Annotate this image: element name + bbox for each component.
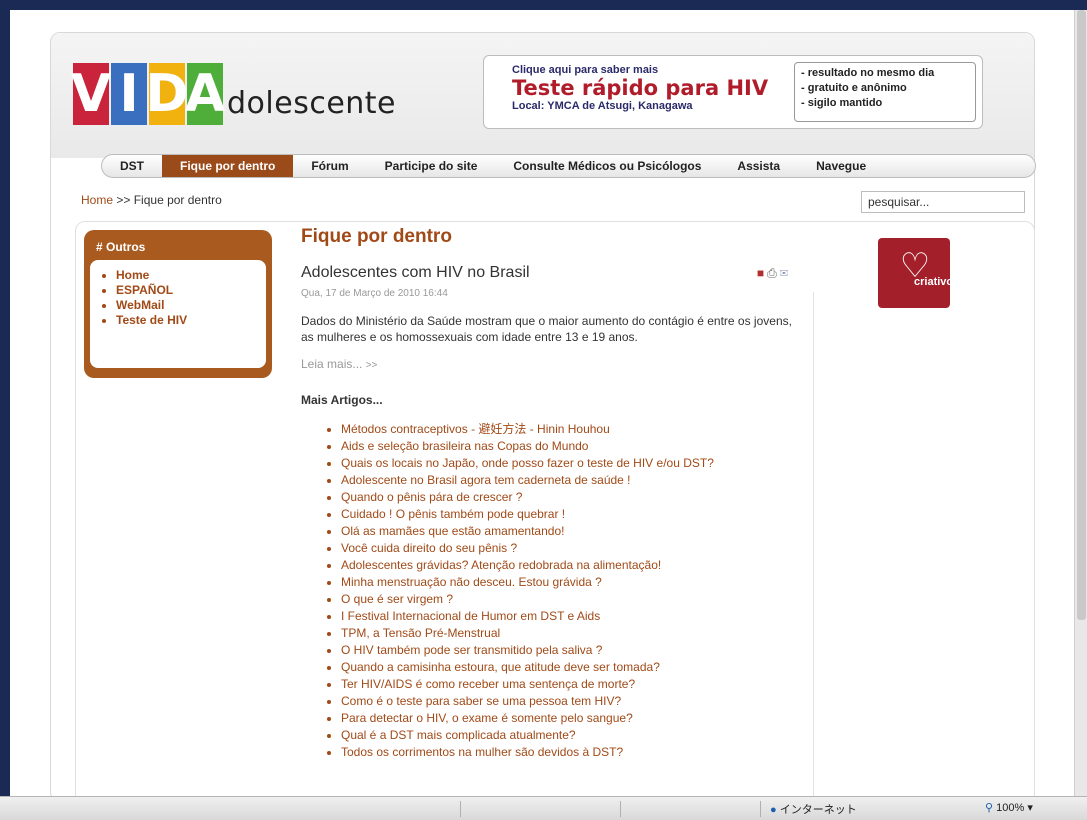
outros-title: # Outros [96,240,146,254]
outros-module: # Outros Home ESPAÑOL WebMail Teste de H… [84,230,272,378]
logo-letter: A [184,63,226,125]
criativos-logo[interactable]: ♡ criativos [866,238,976,330]
zoom-icon: ⚲ [985,802,994,814]
search-input[interactable]: pesquisar... [861,191,1025,213]
article-tools: ■⎙✉ [757,266,791,281]
article-date: Qua, 17 de Março de 2010 16:44 [301,288,448,299]
banner-feature: - sigilo mantido [801,97,883,109]
list-item[interactable]: Métodos contraceptivos - 避妊方法 - Hinin Ho… [341,421,811,438]
logo-letter: D [145,63,189,125]
column-divider [813,292,814,796]
breadcrumb: Home >> Fique por dentro [81,193,222,207]
list-item[interactable]: Olá as mamães que estão amamentando! [341,523,811,540]
list-item[interactable]: O que é ser virgem ? [341,591,811,608]
globe-icon: ● [770,804,777,816]
security-zone: ● インターネット [770,804,857,816]
nav-item-assista[interactable]: Assista [719,155,798,177]
main-nav: DST Fique por dentro Fórum Participe do … [101,154,1036,178]
list-item[interactable]: Quando a camisinha estoura, que atitude … [341,659,811,676]
outros-link-webmail[interactable]: WebMail [116,298,260,313]
outros-link-espanol[interactable]: ESPAÑOL [116,283,260,298]
scrollbar-thumb[interactable] [1077,10,1086,620]
list-item[interactable]: Para detectar o HIV, o exame é somente p… [341,710,811,727]
section-title: Fique por dentro [301,226,452,247]
banner-feature: - gratuito e anônimo [801,82,907,94]
article-body: Dados do Ministério da Saúde mostram que… [301,314,792,344]
side-logo-text: criativos [914,276,960,288]
nav-item-participe[interactable]: Participe do site [367,155,496,177]
list-item[interactable]: TPM, a Tensão Pré-Menstrual [341,625,811,642]
banner-features: - resultado no mesmo dia - gratuito e an… [794,62,976,122]
banner-feature: - resultado no mesmo dia [801,67,935,79]
list-item[interactable]: Cuidado ! O pênis também pode quebrar ! [341,506,811,523]
list-item[interactable]: Ter HIV/AIDS é como receber uma sentença… [341,676,811,693]
list-item[interactable]: Adolescente no Brasil agora tem cadernet… [341,472,811,489]
article-links: Métodos contraceptivos - 避妊方法 - Hinin Ho… [301,421,811,761]
breadcrumb-current: Fique por dentro [133,193,222,207]
outros-link-home[interactable]: Home [116,268,260,283]
nav-item-dst[interactable]: DST [102,155,162,177]
zoom-control[interactable]: ⚲ 100% ▾ [985,801,1033,814]
hiv-test-banner[interactable]: Clique aqui para saber mais Teste rápido… [483,55,983,129]
banner-title: Teste rápido para HIV [512,76,769,100]
outros-link-teste-hiv[interactable]: Teste de HIV [116,313,260,328]
logo-letter: I [111,63,147,125]
nav-item-fique-por-dentro[interactable]: Fique por dentro [162,155,294,177]
site-logo[interactable]: V I D A dolescente [70,55,397,125]
content-area: # Outros Home ESPAÑOL WebMail Teste de H… [75,221,1035,796]
list-item[interactable]: I Festival Internacional de Humor em DST… [341,608,811,625]
list-item[interactable]: Quando o pênis pára de crescer ? [341,489,811,506]
list-item[interactable]: Todos os corrimentos na mulher são devid… [341,744,811,761]
header: V I D A dolescente Clique aqui para sabe… [51,33,1034,158]
breadcrumb-home[interactable]: Home [81,193,113,207]
nav-item-navegue[interactable]: Navegue [798,155,884,177]
browser-viewport: V I D A dolescente Clique aqui para sabe… [10,10,1074,796]
logo-text: dolescente [227,86,397,121]
list-item[interactable]: Como é o teste para saber se uma pessoa … [341,693,811,710]
list-item[interactable]: Aids e seleção brasileira nas Copas do M… [341,438,811,455]
list-item[interactable]: Adolescentes grávidas? Atenção redobrada… [341,557,811,574]
list-item[interactable]: O HIV também pode ser transmitido pela s… [341,642,811,659]
mais-artigos-heading: Mais Artigos... [301,393,383,407]
breadcrumb-separator: >> [116,193,131,207]
article-title[interactable]: Adolescentes com HIV no Brasil [301,264,811,282]
page-container: V I D A dolescente Clique aqui para sabe… [50,32,1036,796]
main-column: Fique por dentro Adolescentes com HIV no… [301,226,811,761]
vertical-scrollbar[interactable] [1074,10,1087,796]
banner-cta: Clique aqui para saber mais [512,64,659,76]
list-item[interactable]: Quais os locais no Japão, onde posso faz… [341,455,811,472]
nav-item-forum[interactable]: Fórum [293,155,366,177]
list-item[interactable]: Minha menstruação não desceu. Estou gráv… [341,574,811,591]
list-item[interactable]: Qual é a DST mais complicada atualmente? [341,727,811,744]
banner-location: Local: YMCA de Atsugi, Kanagawa [512,100,693,112]
email-icon[interactable]: ✉ [780,266,791,280]
logo-letter: V [70,63,112,125]
nav-item-consulte[interactable]: Consulte Médicos ou Psicólogos [495,155,719,177]
status-bar: ● インターネット ⚲ 100% ▾ [0,796,1087,820]
print-icon[interactable]: ⎙ [767,266,780,280]
list-item[interactable]: Você cuida direito do seu pênis ? [341,540,811,557]
pdf-icon[interactable]: ■ [757,266,767,280]
read-more-link[interactable]: Leia mais... >> [301,357,811,371]
